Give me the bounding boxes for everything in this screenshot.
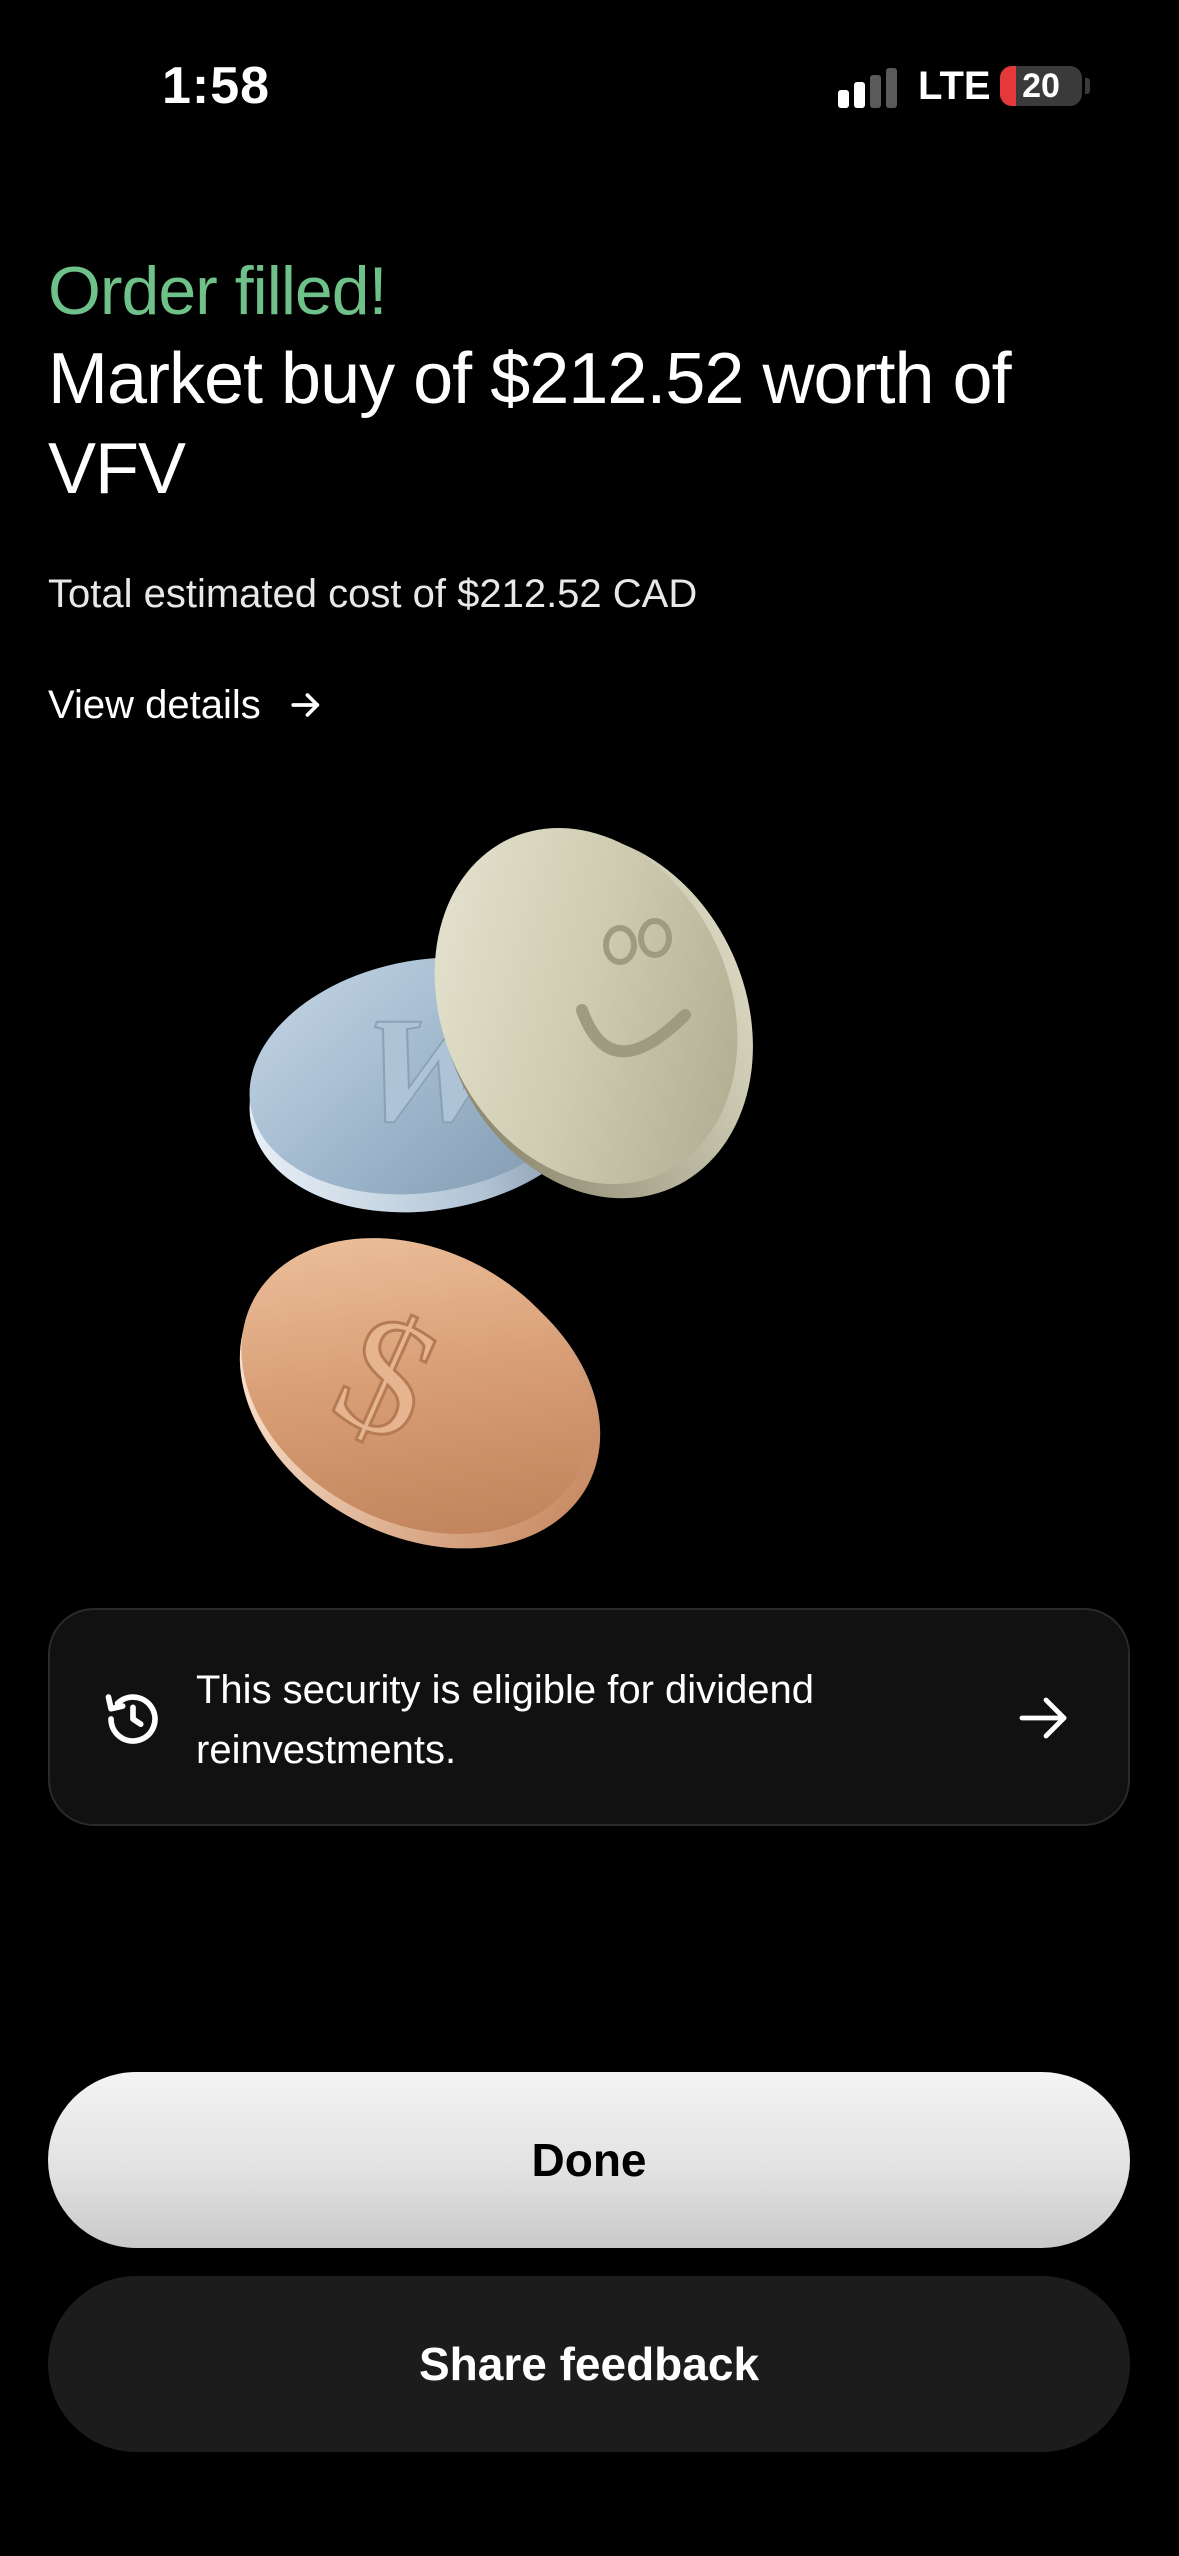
battery-icon: 20 [1000, 66, 1082, 106]
signal-bar [870, 75, 881, 108]
share-feedback-button[interactable]: Share feedback [48, 2276, 1130, 2452]
dividend-reinvestment-card[interactable]: This security is eligible for dividend r… [48, 1608, 1130, 1826]
signal-strength-icon [838, 68, 900, 108]
coins-illustration: W $ [239, 827, 753, 1549]
arrow-right-icon [291, 693, 319, 717]
arrow-right-icon [1019, 1697, 1067, 1739]
battery-level: 20 [1022, 67, 1060, 105]
battery-cap [1085, 78, 1090, 94]
view-details-link[interactable]: View details [48, 680, 323, 730]
view-details-label: View details [48, 682, 261, 727]
status-time: 1:58 [162, 57, 271, 115]
history-icon [105, 1694, 158, 1744]
signal-bar [838, 90, 849, 108]
signal-bar [854, 82, 865, 108]
dollar-coin: $ [239, 1238, 601, 1549]
signal-bar [886, 68, 897, 108]
order-status: Order filled! [48, 253, 387, 329]
total-cost: Total estimated cost of $212.52 CAD [48, 572, 698, 616]
network-type: LTE [918, 64, 991, 108]
status-bar: 1:58 LTE 20 [0, 0, 1179, 170]
dividend-card-text: This security is eligible for dividend r… [196, 1668, 815, 1772]
page-title: Market buy of $212.52 worth of VFV [48, 339, 1012, 509]
done-button[interactable]: Done [48, 2072, 1130, 2248]
